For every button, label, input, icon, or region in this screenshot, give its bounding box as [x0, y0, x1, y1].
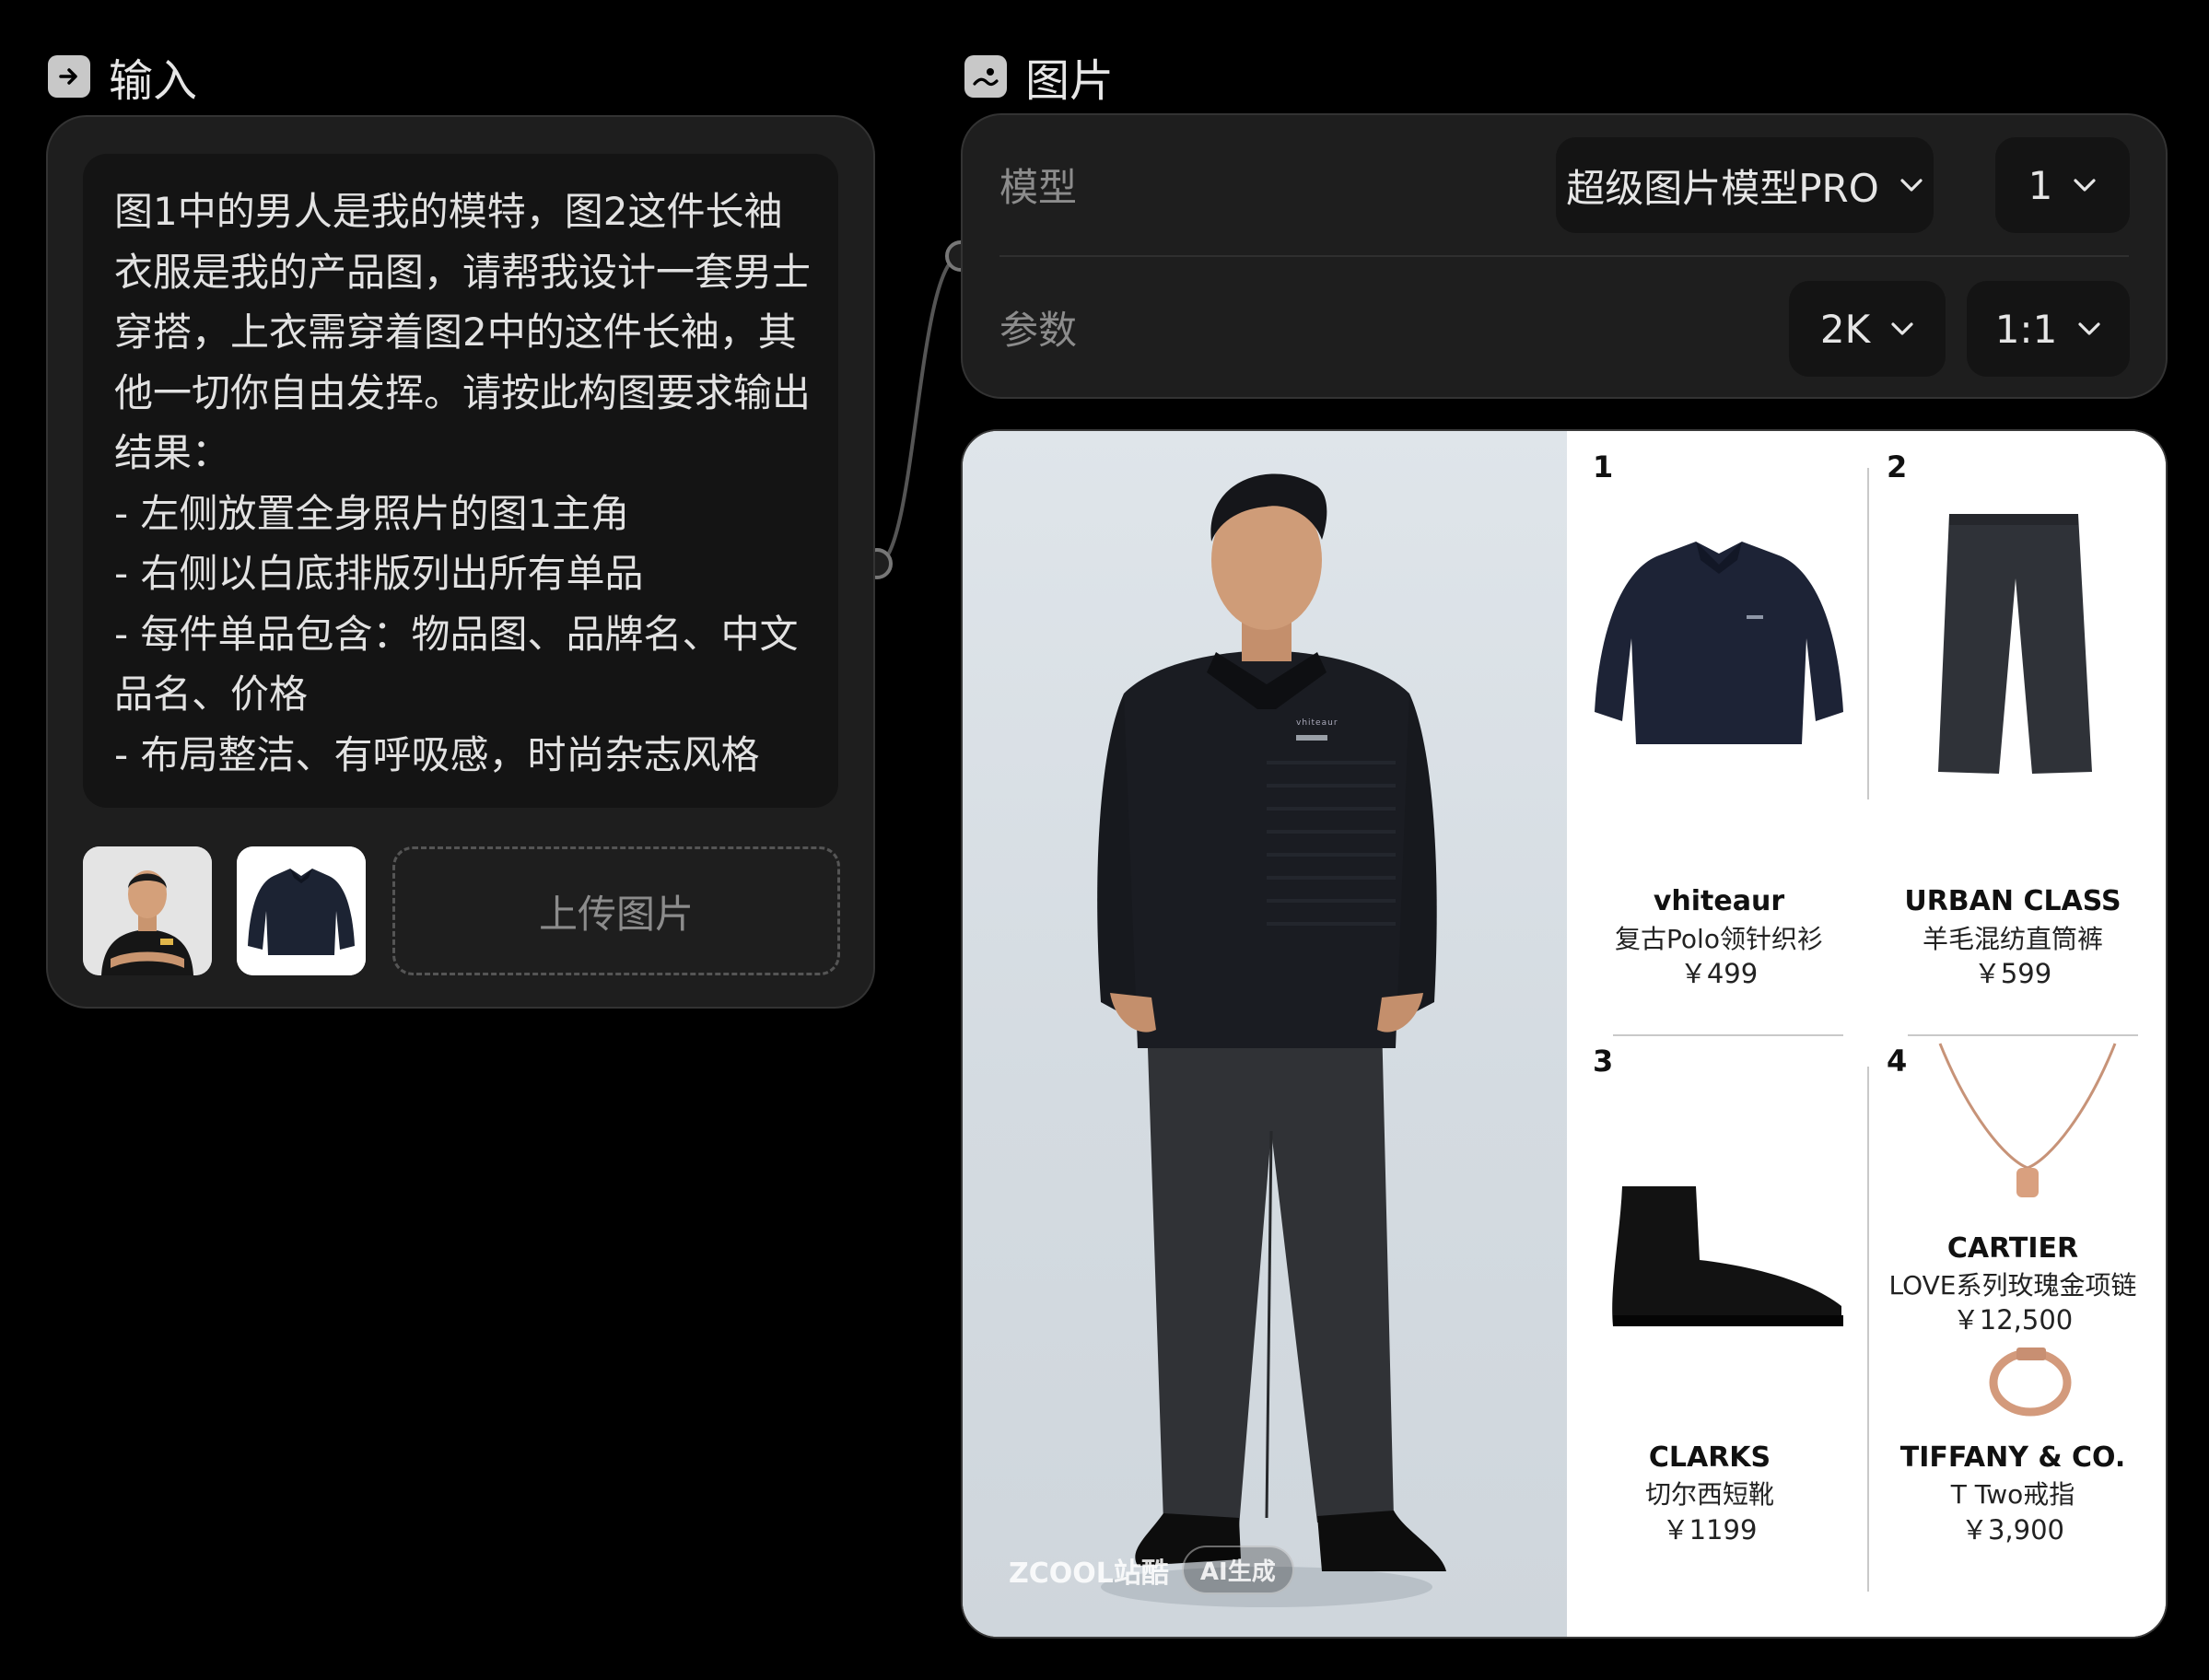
item-price: ￥499 — [1679, 958, 1759, 989]
arrow-right-box-icon — [48, 55, 90, 98]
prompt-line: - 右侧以白底排版列出所有单品 — [114, 551, 644, 596]
input-section-title: 输入 — [48, 44, 197, 109]
model-label: 模型 — [999, 165, 1078, 210]
prompt-textarea[interactable]: 图1中的男人是我的模特，图2这件长袖 衣服是我的产品图，请帮我设计一套男士 穿搭… — [83, 154, 838, 808]
prompt-line: - 每件单品包含：物品图、品牌名、中文 — [114, 611, 799, 657]
sweater-logo: vhiteaur — [1296, 718, 1338, 728]
model-dropdown-value: 超级图片模型PRO — [1566, 165, 1879, 211]
watermark-brand: ZCOOL站酷 — [1009, 1557, 1169, 1590]
prompt-line: 衣服是我的产品图，请帮我设计一套男士 — [114, 249, 812, 295]
item-brand: CLARKS — [1648, 1441, 1771, 1474]
boots-product-image — [1612, 1186, 1843, 1326]
resolution-dropdown[interactable]: 2K — [1789, 281, 1946, 377]
chevron-down-icon — [2078, 322, 2100, 335]
item-name: LOVE系列玫瑰金项链 — [1888, 1270, 2137, 1301]
trousers-product-image — [1938, 514, 2092, 774]
chevron-down-icon — [1891, 322, 1913, 335]
item-name: 羊毛混纺直筒裤 — [1922, 924, 2103, 954]
reference-image-sweater[interactable] — [237, 846, 366, 975]
image-section-title: 图片 — [964, 44, 1114, 109]
aspect-ratio-dropdown[interactable]: 1:1 — [1967, 281, 2130, 377]
chevron-down-icon — [2074, 179, 2096, 192]
generated-image[interactable]: ZCOOL站酷 AI生成 vhiteaur 1 vhiteaur 复古Polo领… — [961, 429, 2168, 1639]
input-section-label: 输入 — [109, 55, 198, 107]
ring-product-image — [1989, 1348, 2072, 1417]
upload-image-label: 上传图片 — [538, 891, 694, 937]
item-name: 切尔西短靴 — [1644, 1479, 1774, 1510]
item-brand: TIFFANY & CO. — [1899, 1441, 2126, 1474]
watermark-ai-badge: AI生成 — [1181, 1546, 1294, 1594]
grid-divider — [1908, 1034, 2138, 1036]
input-panel: 图1中的男人是我的模特，图2这件长袖 衣服是我的产品图，请帮我设计一套男士 穿搭… — [46, 115, 875, 1009]
item-number: 2 — [1887, 449, 1908, 484]
grid-divider — [1613, 1034, 1843, 1036]
item-price: ￥1199 — [1662, 1514, 1758, 1546]
item-number: 3 — [1593, 1044, 1614, 1079]
grid-divider — [1867, 468, 1869, 799]
item-price: ￥12,500 — [1952, 1304, 2074, 1336]
settings-divider — [999, 255, 2129, 257]
prompt-line: - 布局整洁、有呼吸感，时尚杂志风格 — [114, 731, 760, 777]
item-price: ￥3,900 — [1960, 1514, 2065, 1546]
upload-image-button[interactable]: 上传图片 — [392, 846, 840, 975]
item-brand: vhiteaur — [1653, 885, 1785, 917]
image-icon — [964, 55, 1007, 98]
model-dropdown[interactable]: 超级图片模型PRO — [1556, 137, 1934, 233]
watermark: ZCOOL站酷 AI生成 — [1009, 1546, 1294, 1594]
item-brand: URBAN CLASS — [1904, 885, 2121, 917]
prompt-line: - 左侧放置全身照片的图1主角 — [114, 490, 630, 536]
prompt-line: 结果： — [114, 430, 231, 475]
count-dropdown-value: 1 — [2028, 162, 2053, 208]
sweater-product-image — [1595, 542, 1843, 744]
image-section-label: 图片 — [1025, 55, 1115, 107]
prompt-line: 品名、价格 — [114, 671, 309, 717]
aspect-ratio-dropdown-value: 1:1 — [1994, 306, 2058, 352]
prompt-line: 穿搭，上衣需穿着图2中的这件长袖，其 — [114, 309, 797, 355]
model-photo: ZCOOL站酷 AI生成 vhiteaur — [963, 431, 1567, 1637]
item-price: ￥599 — [1973, 958, 2052, 989]
item-number: 1 — [1593, 449, 1614, 484]
prompt-line: 图1中的男人是我的模特，图2这件长袖 — [114, 189, 783, 234]
item-number: 4 — [1887, 1044, 1908, 1079]
item-brand: CARTIER — [1946, 1232, 2079, 1265]
resolution-dropdown-value: 2K — [1819, 306, 1871, 352]
item-name: T Two戒指 — [1950, 1479, 2075, 1510]
necklace-product-image — [1938, 1043, 2117, 1197]
params-label: 参数 — [999, 308, 1078, 353]
count-dropdown[interactable]: 1 — [1995, 137, 2130, 233]
prompt-line: 他一切你自由发挥。请按此构图要求输出 — [114, 369, 812, 415]
product-list: 1 vhiteaur 复古Polo领针织衫 ￥499 2 URBAN CLASS… — [1567, 431, 2166, 1637]
reference-image-model[interactable] — [83, 846, 212, 975]
settings-panel: 模型 超级图片模型PRO 1 参数 2K 1:1 — [961, 113, 2168, 399]
item-name: 复古Polo领针织衫 — [1615, 924, 1823, 954]
chevron-down-icon — [1900, 179, 1923, 192]
